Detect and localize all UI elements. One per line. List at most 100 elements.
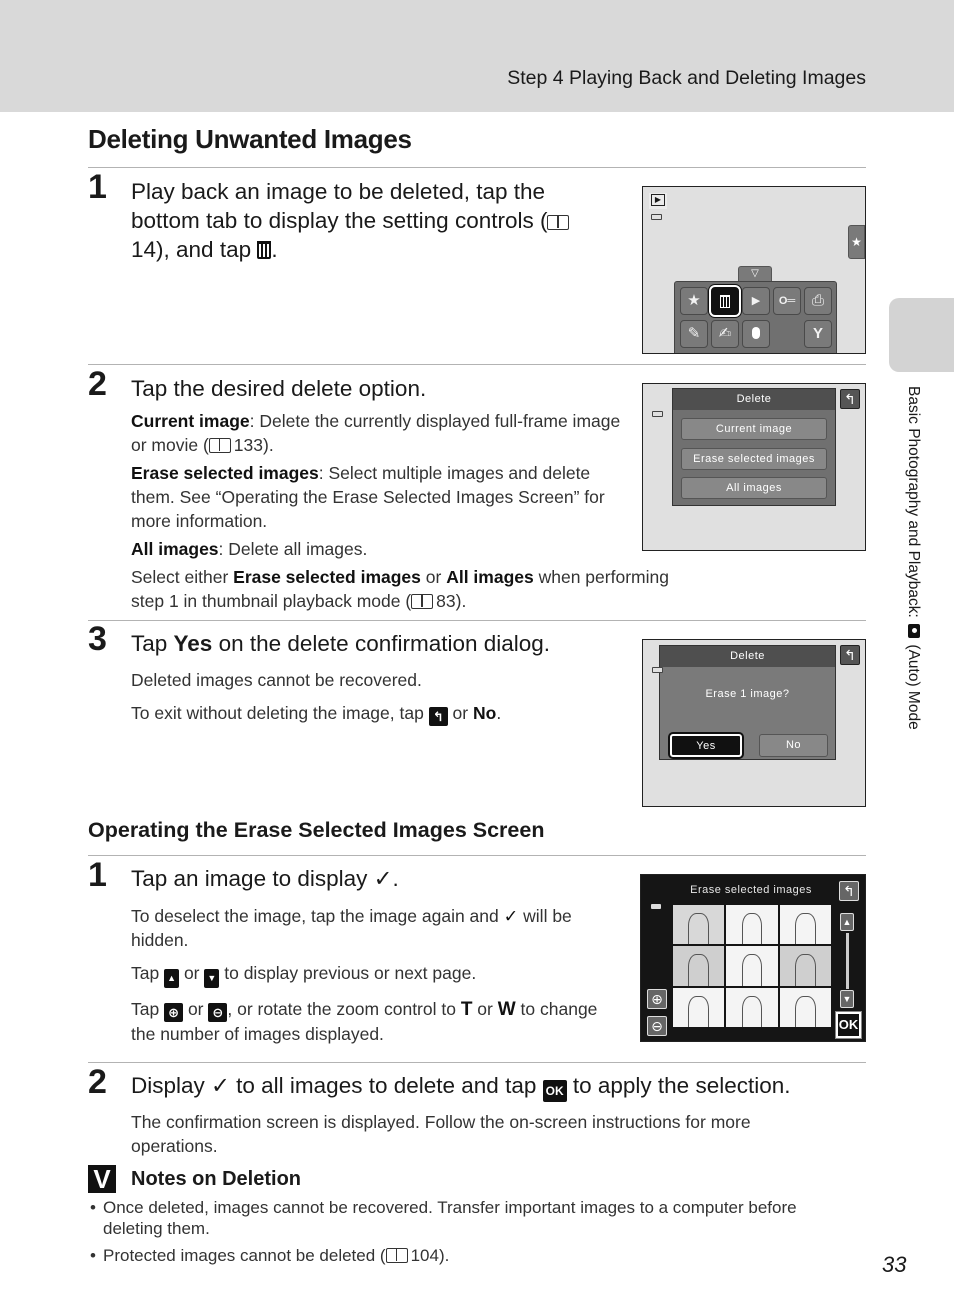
thumbnail-family-walk[interactable] — [779, 987, 831, 1027]
yes-button[interactable]: Yes — [670, 734, 742, 757]
bottom-tab-toggle[interactable]: ▽ — [738, 266, 772, 282]
step-heading: Play back an image to be deleted, tap th… — [131, 177, 611, 264]
delete-menu-dialog: Delete Current image Erase selected imag… — [672, 388, 836, 506]
confirm-message: Erase 1 image? — [705, 688, 790, 700]
list-item: Once deleted, images cannot be recovered… — [88, 1197, 848, 1239]
thumbnail-figure — [741, 954, 763, 986]
step-heading: Tap the desired delete option. — [131, 376, 427, 401]
no-button[interactable]: No — [759, 734, 828, 757]
playback-screen: ▶ ★ ▽ ★ ▶ O═ ⎙ ✎ ✍ Y — [642, 186, 866, 354]
option-erase-selected: Erase selected images: Select multiple i… — [131, 463, 605, 531]
ok-button[interactable]: OK — [836, 1012, 861, 1038]
ok-icon: OK — [542, 1080, 567, 1102]
setup-wrench-icon[interactable]: Y — [804, 320, 832, 348]
thumbnail-figure — [688, 912, 709, 945]
delete-menu-screen: Delete Current image Erase selected imag… — [642, 383, 866, 551]
current-image-button[interactable]: Current image — [681, 418, 827, 440]
divider — [88, 364, 866, 365]
thumbnail-mother-child[interactable] — [673, 987, 725, 1027]
step-heading: Display ✓︎ to all images to delete and t… — [131, 1071, 891, 1102]
page-number: 33 — [882, 1252, 907, 1277]
option-all-images: All images: Delete all images. — [131, 539, 368, 559]
zoom-in-icon: ⊕ — [164, 1003, 184, 1022]
check-mark-icon: ✓︎ — [503, 906, 519, 926]
back-icon[interactable]: ↰ — [839, 881, 859, 901]
setting-controls-panel: ★ ▶ O═ ⎙ ✎ ✍ Y — [674, 281, 837, 353]
zoom-in-button[interactable]: ⊕ — [647, 989, 667, 1009]
erase-selected-images-button[interactable]: Erase selected images — [681, 448, 827, 470]
delete-trash-icon[interactable] — [711, 287, 739, 315]
list-item: Protected images cannot be deleted (104)… — [88, 1245, 848, 1266]
camera-auto-icon — [908, 624, 920, 639]
print-order-icon[interactable]: ⎙ — [804, 287, 832, 315]
step-number: 2 — [88, 1063, 107, 1101]
divider — [88, 620, 866, 621]
step-line: Deleted images cannot be recovered. — [131, 670, 422, 690]
step-heading: Tap Yes on the delete confirmation dialo… — [131, 631, 551, 656]
favorites-tab[interactable]: ★ — [848, 225, 865, 259]
scroll-bar[interactable] — [846, 933, 849, 989]
step-number: 1 — [88, 856, 107, 894]
zoom-out-button[interactable]: ⊖ — [647, 1016, 667, 1036]
page-down-icon: ▼ — [204, 969, 220, 988]
thumbnail-figure — [795, 954, 816, 986]
edit-retouch-icon[interactable]: ✍ — [711, 320, 739, 348]
book-reference-icon — [547, 215, 570, 230]
step-note: Select either Erase selected images or A… — [131, 567, 669, 611]
page-up-button[interactable]: ▲ — [840, 913, 854, 931]
chapter-header: Step 4 Playing Back and Deleting Images — [507, 67, 866, 89]
thumbnail-family-walk[interactable] — [779, 905, 831, 945]
step-body: Current image: Delete the currently disp… — [131, 409, 621, 565]
notes-check-icon: V — [88, 1165, 116, 1193]
battery-icon — [651, 214, 662, 220]
favorites-icon[interactable]: ★ — [680, 287, 708, 315]
side-label-text: Basic Photography and Playback: — [905, 386, 922, 618]
side-label-mode: (Auto) Mode — [905, 644, 922, 730]
divider — [88, 167, 866, 168]
book-reference-icon — [208, 438, 231, 453]
step-line: Tap ▲ or ▼ to display previous or next p… — [131, 961, 611, 988]
thumbnail-portrait-closeup[interactable] — [726, 946, 778, 986]
divider — [88, 855, 866, 856]
thumbnail-portrait-sailboat[interactable] — [673, 905, 725, 945]
battery-icon — [652, 411, 663, 417]
protect-key-icon[interactable]: O═ — [773, 287, 801, 315]
side-tab — [889, 298, 954, 372]
dialog-title: Delete — [673, 389, 835, 410]
step-line: Tap ⊕ or ⊖, or rotate the zoom control t… — [131, 999, 598, 1044]
page-down-button[interactable]: ▼ — [840, 990, 854, 1008]
back-icon[interactable]: ↰ — [840, 389, 860, 409]
thumbnail-flowers[interactable] — [779, 946, 831, 986]
all-images-button[interactable]: All images — [681, 477, 827, 499]
screen-title: Erase selected images — [690, 884, 812, 896]
confirm-dialog: Delete Erase 1 image? Yes No — [659, 645, 836, 760]
slide-show-icon[interactable]: ▶ — [742, 287, 770, 315]
notes-list: Once deleted, images cannot be recovered… — [88, 1197, 848, 1272]
thumbnail-mother-child[interactable] — [726, 905, 778, 945]
check-mark-icon: ✓︎ — [373, 866, 393, 891]
erase-selected-screen: Erase selected images ↰ ▲ ▼ ⊕ ⊖ OK — [640, 874, 866, 1042]
thumbnail-figure — [688, 995, 709, 1027]
side-chapter-label: Basic Photography and Playback: (Auto) M… — [904, 386, 922, 730]
delete-confirm-screen: Delete Erase 1 image? Yes No ↰ — [642, 639, 866, 807]
dialog-title: Delete — [660, 646, 835, 667]
step-number: 3 — [88, 620, 107, 658]
divider — [88, 1062, 866, 1063]
option-current-image: Current image: Delete the currently disp… — [131, 411, 621, 455]
back-icon[interactable]: ↰ — [840, 645, 860, 665]
play-mode-icon: ▶ — [651, 194, 665, 206]
thumbnail-mother-child[interactable] — [726, 987, 778, 1027]
thumbnail-flowers[interactable] — [673, 946, 725, 986]
page-title: Deleting Unwanted Images — [88, 124, 412, 154]
page-up-icon: ▲ — [164, 969, 180, 988]
book-reference-icon — [411, 594, 434, 609]
step-number: 1 — [88, 168, 107, 206]
step-body: To deselect the image, tap the image aga… — [131, 904, 611, 1050]
zoom-out-icon: ⊖ — [208, 1003, 228, 1022]
voice-memo-icon[interactable] — [742, 320, 770, 348]
step-heading: Tap an image to display ✓︎. — [131, 866, 399, 891]
paint-pencil-icon[interactable]: ✎ — [680, 320, 708, 348]
back-icon: ↰ — [428, 707, 448, 726]
header-band — [0, 0, 954, 112]
thumbnail-figure — [795, 912, 816, 945]
